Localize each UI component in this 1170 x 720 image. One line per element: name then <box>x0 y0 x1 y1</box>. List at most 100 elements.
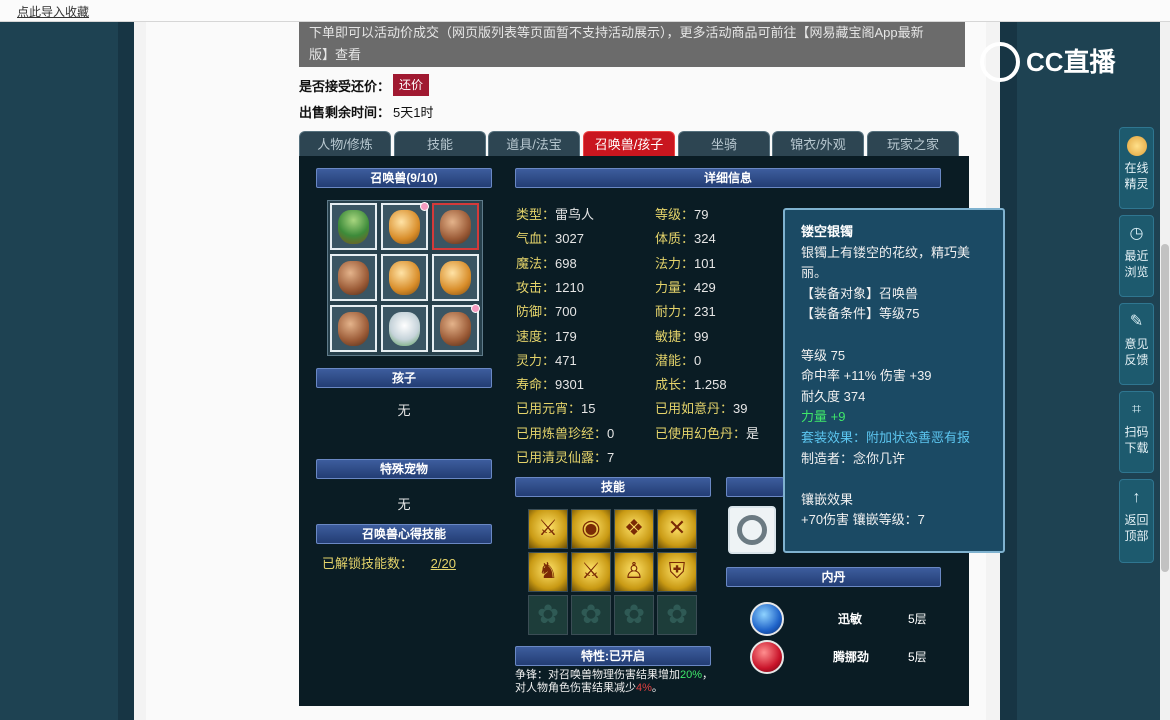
top-bar: 点此导入收藏 <box>0 0 1170 22</box>
mind-skill-label: 已解锁技能数： <box>322 556 414 571</box>
attribute-key: 已使用幻色丹： <box>655 425 747 441</box>
notice-line-1: 下单即可以活动价成交（网页版列表等页面暂不支持活动展示），更多活动商品可前往【网… <box>309 25 924 40</box>
remaining-time-value: 5天1时 <box>393 105 434 120</box>
scrollbar-thumb[interactable] <box>1161 244 1169 572</box>
tooltip-inlay: +70伤害 镶嵌等级：7 <box>801 512 925 528</box>
helper-avatar-icon <box>1126 136 1147 156</box>
attribute-key: 已用清灵仙露： <box>516 450 608 465</box>
sidebar-online-helper[interactable]: 在线 精灵 <box>1119 127 1154 209</box>
attribute-value: 179 <box>555 328 577 344</box>
tab-items[interactable]: 道具/法宝 <box>488 131 580 156</box>
bargain-button[interactable]: 还价 <box>393 74 429 96</box>
skill-mouth-icon[interactable]: ❖ <box>614 509 654 549</box>
tooltip-hit: 命中率 +11% 伤害 +39 <box>801 368 932 384</box>
sidebar-label: 意见 <box>1124 337 1149 351</box>
mind-skill-row: 已解锁技能数： 2/20 <box>322 553 456 572</box>
pet-portrait <box>338 210 369 244</box>
pet-slot[interactable] <box>381 305 428 352</box>
skill-shield-icon[interactable]: ⛨ <box>657 552 697 592</box>
trait-text-1: 争锋：对召唤兽物理伤害结果增加 <box>515 669 680 681</box>
trait-punct-2: 。 <box>651 682 663 694</box>
empty-skill-slot-icon: ✿ <box>614 595 654 635</box>
attribute-value: 7 <box>607 450 615 465</box>
attribute-key: 已用元宵： <box>516 401 582 417</box>
sidebar-label: 最近 <box>1124 249 1149 263</box>
attribute-key: 灵力： <box>516 352 556 368</box>
attribute-value: 79 <box>694 207 709 222</box>
attribute-key: 潜能： <box>655 352 695 368</box>
sidebar-label: 下载 <box>1124 441 1149 455</box>
tooltip-desc-2: 丽。 <box>801 265 828 281</box>
attribute-key: 寿命： <box>516 377 556 393</box>
tab-mounts[interactable]: 坐骑 <box>678 131 770 156</box>
attribute-value: 雷鸟人 <box>555 207 595 222</box>
page-scrollbar[interactable] <box>1160 22 1170 720</box>
attribute-key: 已用炼兽珍经： <box>516 425 608 441</box>
pet-slot[interactable] <box>381 202 429 250</box>
skill-cross-icon[interactable]: ✕ <box>657 509 697 549</box>
neidan-swift-icon[interactable] <box>750 602 784 636</box>
tab-character[interactable]: 人物/修炼 <box>299 131 391 156</box>
empty-skill-slot-icon: ✿ <box>528 595 568 635</box>
tab-outfits[interactable]: 锦衣/外观 <box>772 131 864 156</box>
equipment-bracelet-slot[interactable] <box>728 506 776 554</box>
flower-badge-icon <box>420 202 429 211</box>
attribute-row: 已用元宵：15 <box>516 398 595 417</box>
left-rail <box>118 22 134 720</box>
pet-slot[interactable] <box>381 254 428 301</box>
skill-blade-icon[interactable]: ⚔ <box>571 552 611 592</box>
tab-home[interactable]: 玩家之家 <box>867 131 959 156</box>
neidan-header: 内丹 <box>726 567 941 587</box>
sidebar-feedback[interactable]: ✎ 意见 反馈 <box>1119 303 1154 385</box>
attribute-value: 9301 <box>555 377 584 393</box>
sidebar-recent[interactable]: ◷ 最近 浏览 <box>1119 215 1154 297</box>
import-favorites-link[interactable]: 点此导入收藏 <box>17 3 89 20</box>
neidan-dodge-icon[interactable] <box>750 640 784 674</box>
attribute-value: 1.258 <box>694 377 727 393</box>
neidan-name-2: 腾挪劲 <box>833 650 870 664</box>
pet-slot[interactable] <box>330 305 377 352</box>
attribute-row: 灵力：471 <box>516 350 577 369</box>
pet-slot[interactable] <box>432 304 480 352</box>
empty-skill-slot-icon: ✿ <box>657 595 697 635</box>
attribute-value: 1210 <box>555 279 584 295</box>
bracelet-icon <box>737 515 767 545</box>
attribute-value: 324 <box>694 231 716 247</box>
attribute-value: 15 <box>581 401 596 417</box>
tooltip-target: 【装备对象】召唤兽 <box>801 285 919 301</box>
sidebar-label: 返回 <box>1124 513 1149 527</box>
pet-slot-selected[interactable] <box>432 203 479 250</box>
skill-beast-icon[interactable]: ♞ <box>528 552 568 592</box>
skill-sword-icon[interactable]: ⚔ <box>528 509 568 549</box>
empty-skill-slot-icon: ✿ <box>571 595 611 635</box>
attribute-value: 是 <box>746 425 760 441</box>
sidebar-label: 顶部 <box>1124 529 1149 543</box>
attribute-row: 气血：3027 <box>516 228 584 247</box>
skill-eye-icon[interactable]: ◉ <box>571 509 611 549</box>
item-tooltip: 镂空银镯 银镯上有镂空的花纹，精巧美 丽。 【装备对象】召唤兽 【装备条件】等级… <box>783 208 1005 553</box>
attribute-value: 0 <box>607 425 615 441</box>
sidebar-scan-download[interactable]: ⌗ 扫码 下载 <box>1119 391 1154 473</box>
mind-skill-count-link[interactable]: 2/20 <box>431 556 456 571</box>
sidebar-back-to-top[interactable]: ↑ 返回 顶部 <box>1119 479 1154 563</box>
tab-pets[interactable]: 召唤兽/孩子 <box>583 131 675 156</box>
pet-portrait <box>389 210 420 244</box>
trait-value-2: 4% <box>636 682 652 694</box>
tab-skills[interactable]: 技能 <box>394 131 486 156</box>
attribute-row: 已用炼兽珍经：0 <box>516 423 614 442</box>
attribute-row: 已使用幻色丹：是 <box>655 423 759 442</box>
equipment-header <box>726 477 784 497</box>
pet-slot[interactable] <box>330 254 377 301</box>
attribute-value: 3027 <box>555 231 584 247</box>
attribute-key: 类型： <box>516 207 556 222</box>
attribute-row: 防御：700 <box>516 301 577 320</box>
attribute-row: 已用清灵仙露：7 <box>516 447 614 466</box>
sidebar-label: 反馈 <box>1124 353 1149 367</box>
pet-portrait <box>338 261 369 295</box>
attribute-key: 等级： <box>655 207 695 222</box>
pet-slot[interactable] <box>432 254 479 301</box>
pet-slot[interactable] <box>330 203 377 250</box>
skill-figure-icon[interactable]: ♙ <box>614 552 654 592</box>
attribute-value: 0 <box>694 352 702 368</box>
special-pet-value: 无 <box>397 497 411 512</box>
